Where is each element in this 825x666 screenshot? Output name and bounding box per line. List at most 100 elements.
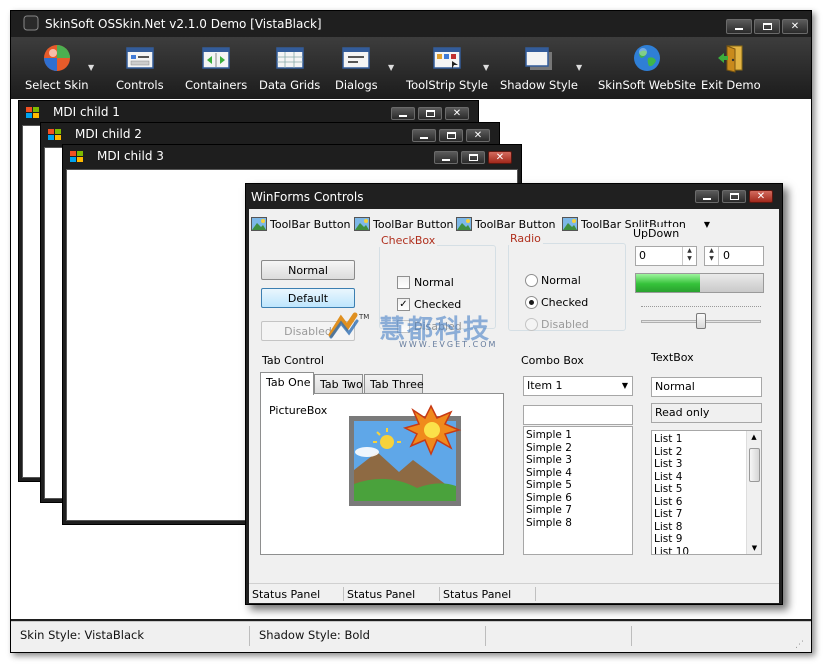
controls-button[interactable]: Controls <box>116 43 164 95</box>
list-item[interactable]: List 7 <box>652 508 745 521</box>
status-separator <box>485 626 486 646</box>
normal-button[interactable]: Normal <box>261 260 355 280</box>
exit-demo-button[interactable]: Exit Demo <box>701 43 761 95</box>
mdi-child-2-maximize-button[interactable] <box>439 129 463 142</box>
list-item[interactable]: Simple 1 <box>524 429 632 442</box>
down-arrow-icon[interactable]: ▼ <box>747 544 761 552</box>
up-arrow-icon[interactable]: ▲ <box>747 433 761 441</box>
radio-normal[interactable] <box>525 274 538 287</box>
combo-dropdown[interactable]: Item 1 ▼ <box>523 376 633 396</box>
shadow-style-dropdown-arrow[interactable]: ▼ <box>576 63 582 72</box>
maximize-button[interactable] <box>754 19 780 34</box>
updown-1-spin[interactable]: ▲ ▼ <box>682 247 696 265</box>
watermark-url: WWW.EVGET.COM <box>399 340 498 349</box>
scrollbar-thumb[interactable] <box>749 448 760 482</box>
checkbox-normal-label: Normal <box>414 276 454 289</box>
mdi-child-1-minimize-button[interactable] <box>391 107 415 120</box>
mdi-child-1-close-button[interactable]: ✕ <box>445 107 469 120</box>
list-item[interactable]: List 4 <box>652 471 745 484</box>
list-item[interactable]: List 1 <box>652 433 745 446</box>
slider-thumb[interactable] <box>696 313 706 329</box>
shadow-style-status: Shadow Style: Bold <box>259 628 370 642</box>
select-skin-button[interactable]: Select Skin <box>25 43 89 95</box>
mdi-child-3-minimize-button[interactable] <box>434 151 458 164</box>
mdi-child-2-minimize-button[interactable] <box>412 129 436 142</box>
close-icon: ✕ <box>473 129 483 141</box>
updown-2[interactable]: ▲ ▼ 0 <box>704 246 764 266</box>
listbox-items: List 1 List 2 List 3 List 4 List 5 List 6 List… <box>652 431 761 555</box>
list-item[interactable]: Simple 5 <box>524 479 632 492</box>
select-skin-dropdown-arrow[interactable]: ▼ <box>88 63 94 72</box>
radio-disabled <box>525 318 538 331</box>
listbox-scrollbar[interactable]: ▲ ▼ <box>746 431 761 554</box>
updown-2-spin[interactable]: ▲ ▼ <box>705 247 719 265</box>
textbox-normal[interactable]: Normal <box>651 377 762 397</box>
list-item[interactable]: List 2 <box>652 446 745 459</box>
list-item[interactable]: Simple 7 <box>524 504 632 517</box>
toolbar-button-1[interactable]: ToolBar Button <box>251 217 351 231</box>
radio-checked[interactable] <box>525 296 538 309</box>
combo-simple-list[interactable]: Simple 1 Simple 2 Simple 3 Simple 4 Simple 5… <box>523 426 633 555</box>
listbox[interactable]: List 1 List 2 List 3 List 4 List 5 List 6 List… <box>651 430 762 555</box>
list-item[interactable]: List 8 <box>652 521 745 534</box>
list-item[interactable]: List 5 <box>652 483 745 496</box>
updown-label: UpDown <box>631 227 682 240</box>
containers-button[interactable]: Containers <box>185 43 247 95</box>
combo-simple-text[interactable] <box>523 405 633 425</box>
toolbar-button-3[interactable]: ToolBar Button <box>456 217 556 231</box>
data-grids-button[interactable]: Data Grids <box>259 43 320 95</box>
list-item[interactable]: Simple 3 <box>524 454 632 467</box>
list-item[interactable]: Simple 8 <box>524 517 632 530</box>
skin-style-status: Skin Style: VistaBlack <box>20 628 144 642</box>
shadow-window-icon <box>524 43 554 73</box>
dialog-icon <box>341 43 371 73</box>
toolstrip-style-dropdown-arrow[interactable]: ▼ <box>483 63 489 72</box>
checkbox-normal[interactable] <box>397 276 410 289</box>
split-button-dropdown-arrow[interactable]: ▼ <box>704 220 710 229</box>
winforms-controls-window[interactable]: WinForms Controls ✕ ToolBar Button ToolB… <box>245 183 783 605</box>
list-item[interactable]: List 10 <box>652 546 745 555</box>
minimize-button[interactable] <box>726 19 752 34</box>
updown-1[interactable]: 0 ▲ ▼ <box>635 246 697 266</box>
tab-three[interactable]: Tab Three <box>364 374 424 394</box>
controls-icon <box>125 43 155 73</box>
radio-normal-label: Normal <box>541 274 581 287</box>
list-item[interactable]: Simple 2 <box>524 442 632 455</box>
winforms-maximize-button[interactable] <box>722 190 746 203</box>
status-separator <box>343 587 344 601</box>
dialogs-dropdown-arrow[interactable]: ▼ <box>388 63 394 72</box>
list-item[interactable]: List 6 <box>652 496 745 509</box>
mdi-child-3-maximize-button[interactable] <box>461 151 485 164</box>
windows-flag-icon <box>69 150 85 164</box>
winforms-minimize-button[interactable] <box>695 190 719 203</box>
toolstrip-style-button[interactable]: ToolStrip Style <box>406 43 488 95</box>
close-icon: ✕ <box>452 107 462 119</box>
checkbox-group-label: CheckBox <box>379 234 438 247</box>
list-item[interactable]: Simple 6 <box>524 492 632 505</box>
shadow-style-button[interactable]: Shadow Style <box>500 43 578 95</box>
status-separator <box>249 626 250 646</box>
tab-one[interactable]: Tab One <box>260 372 314 395</box>
winforms-close-button[interactable]: ✕ <box>749 190 773 203</box>
resize-grip[interactable]: ⋰ <box>795 640 805 650</box>
skinsoft-website-button[interactable]: SkinSoft WebSite <box>598 43 696 95</box>
mdi-child-1-maximize-button[interactable] <box>418 107 442 120</box>
close-button[interactable]: ✕ <box>782 19 808 34</box>
list-item[interactable]: List 3 <box>652 458 745 471</box>
mdi-child-3-close-button[interactable]: ✕ <box>488 151 512 164</box>
minimize-icon <box>703 198 711 200</box>
default-button[interactable]: Default <box>261 288 355 308</box>
dialogs-button[interactable]: Dialogs <box>335 43 378 95</box>
chevron-down-icon[interactable]: ▼ <box>622 381 628 390</box>
toolbar-button-2[interactable]: ToolBar Button <box>354 217 454 231</box>
list-item[interactable]: Simple 4 <box>524 467 632 480</box>
up-arrow-icon: ▲ <box>709 247 714 254</box>
winforms-status-strip: Status Panel Status Panel Status Panel <box>249 583 779 603</box>
list-item[interactable]: List 9 <box>652 533 745 546</box>
minimize-icon <box>735 28 743 30</box>
picture-icon <box>562 217 578 231</box>
tab-two[interactable]: Tab Two <box>314 374 363 394</box>
mdi-child-2-close-button[interactable]: ✕ <box>466 129 490 142</box>
combo-box-label: Combo Box <box>519 354 586 367</box>
tab-control-label: Tab Control <box>260 354 326 367</box>
